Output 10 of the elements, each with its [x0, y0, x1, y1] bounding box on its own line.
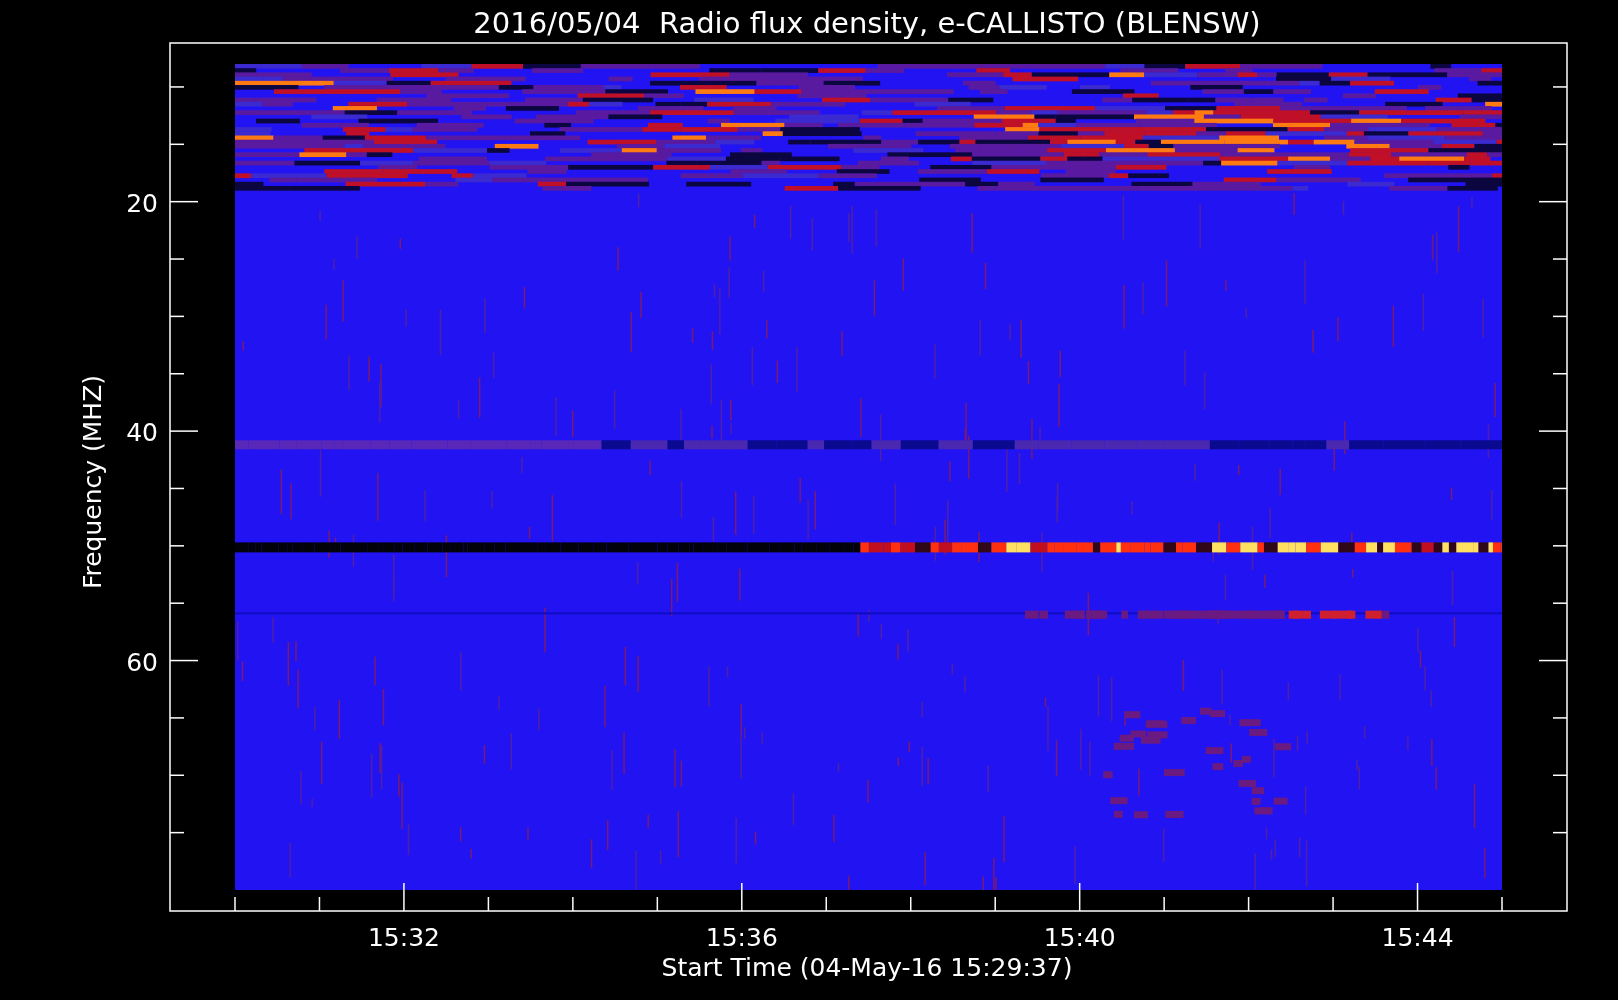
y-tick-label: 40 — [126, 418, 158, 448]
y-axis-label: Frequency (MHZ) — [78, 374, 107, 590]
x-axis-label: Start Time (04-May-16 15:29:37) — [661, 953, 1073, 982]
chart-title: 2016/05/04 Radio flux density, e-CALLISTO (BLENSW) — [473, 6, 1261, 40]
x-tick-label: 15:32 — [367, 923, 440, 952]
x-tick-label: 15:44 — [1381, 923, 1454, 952]
y-tick-label: 20 — [126, 188, 158, 218]
x-tick-label: 15:36 — [705, 923, 778, 952]
x-tick-label: 15:40 — [1043, 923, 1116, 952]
y-tick-label: 60 — [126, 647, 158, 677]
